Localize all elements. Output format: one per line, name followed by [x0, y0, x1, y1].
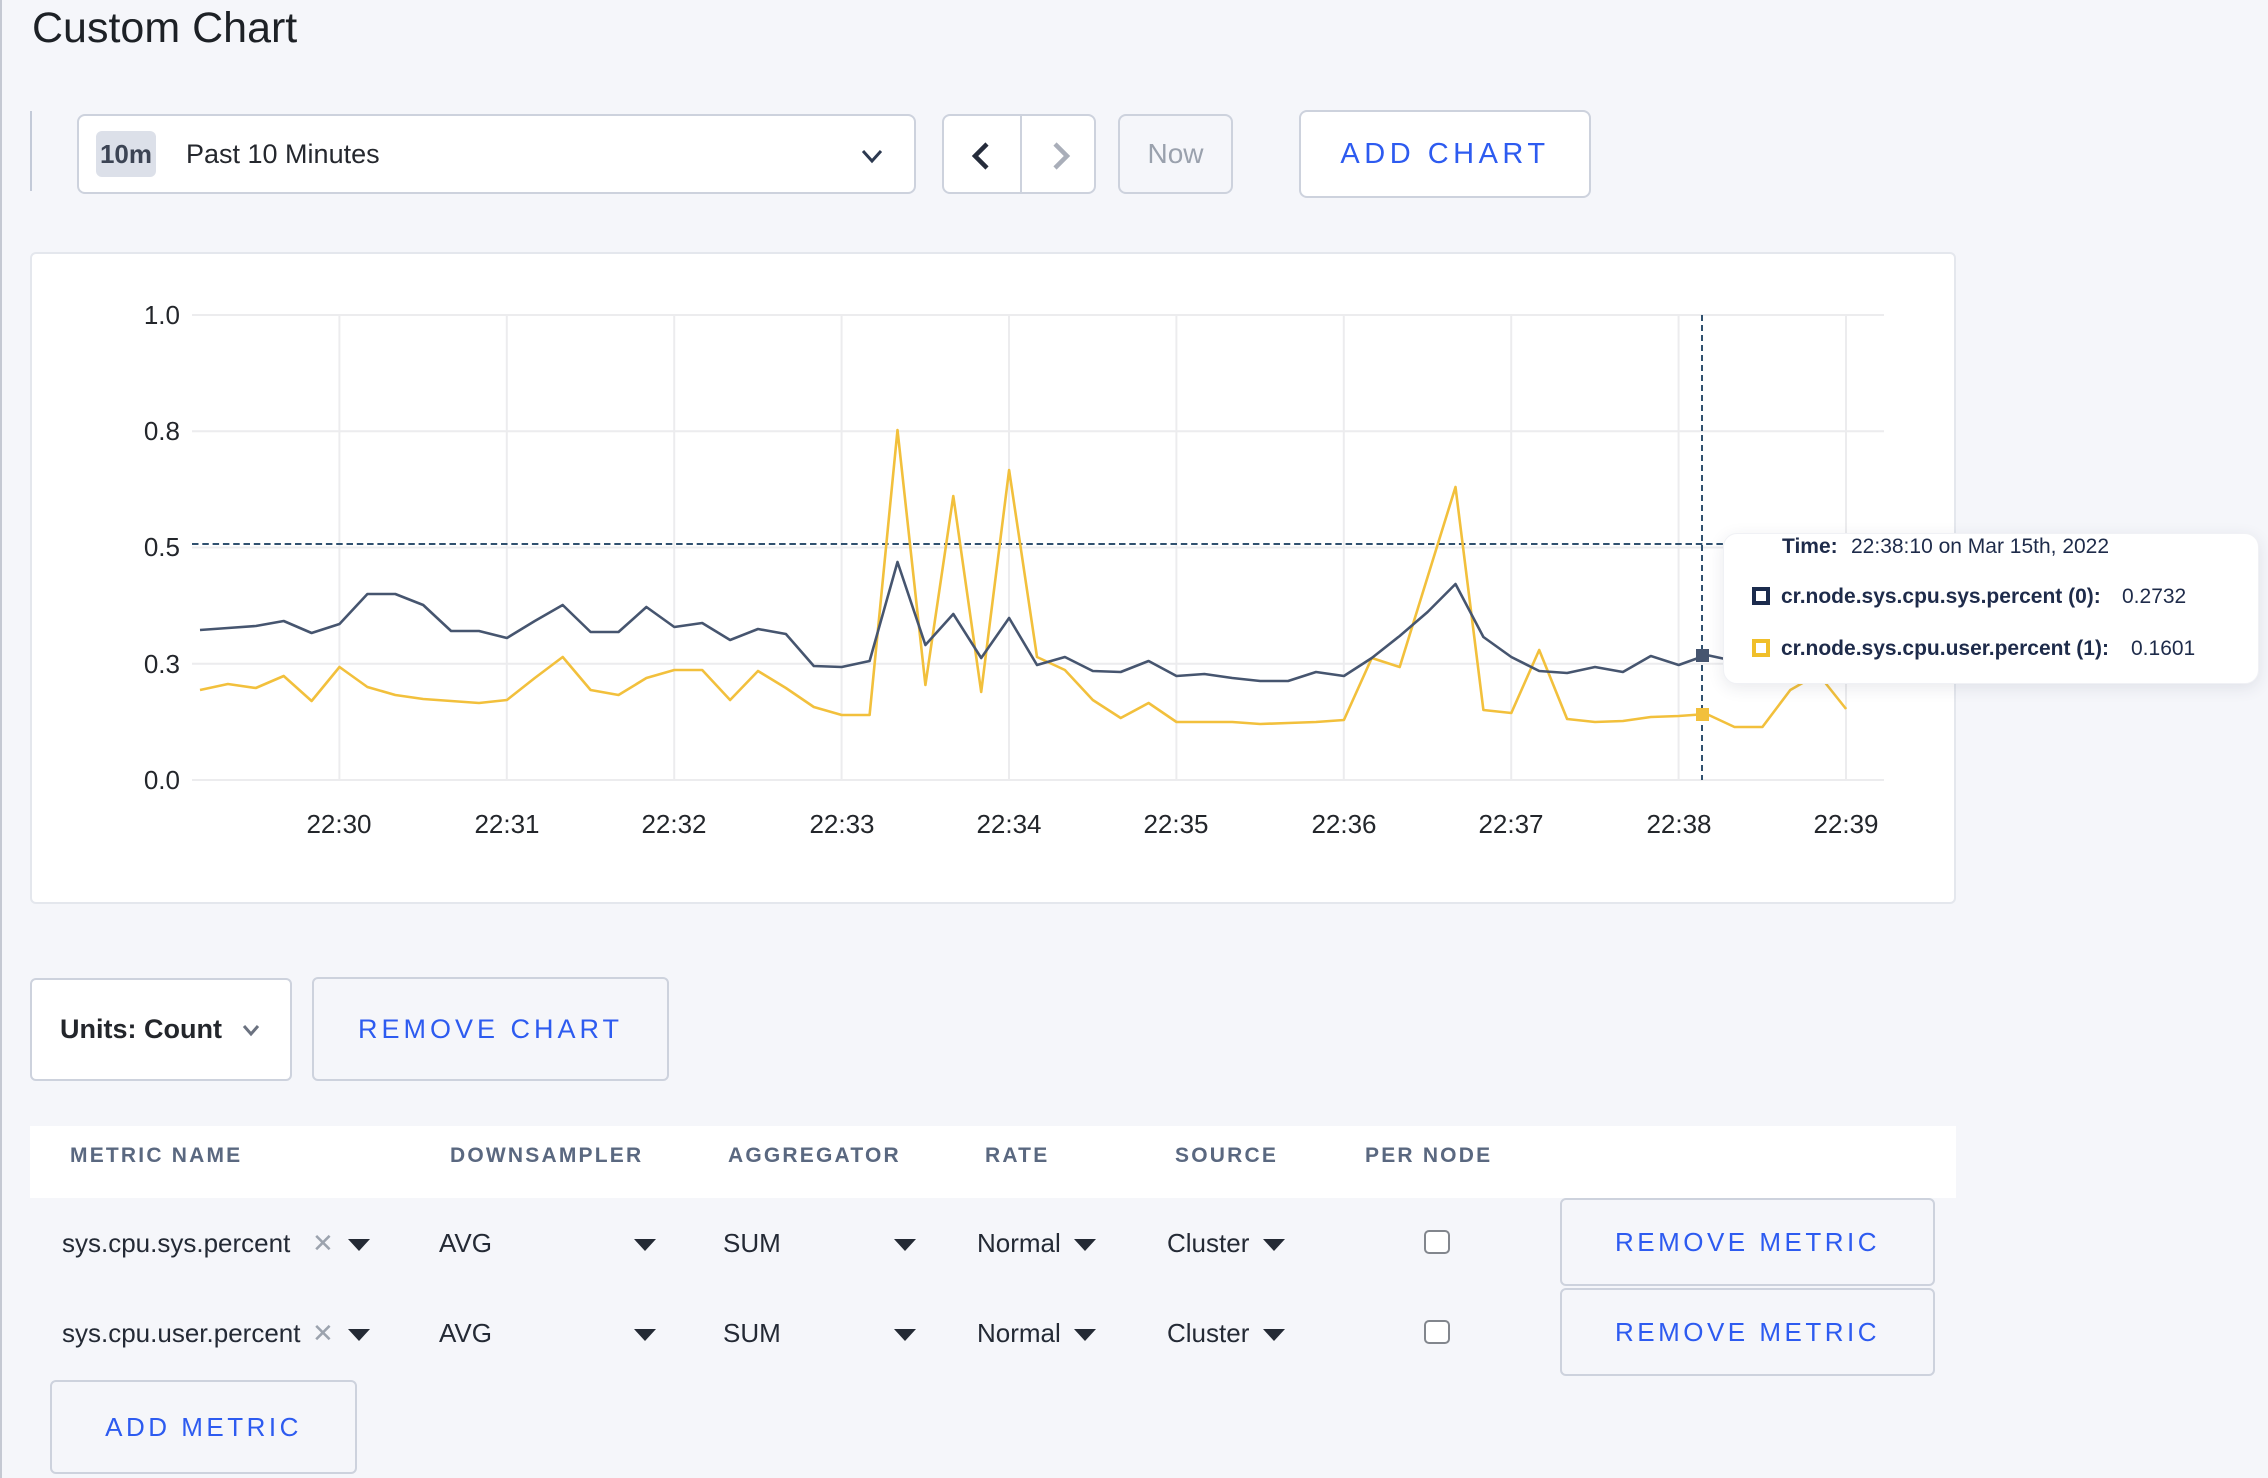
svg-text:22:36: 22:36	[1311, 809, 1376, 839]
svg-text:22:30: 22:30	[306, 809, 371, 839]
svg-text:22:33: 22:33	[809, 809, 874, 839]
svg-text:0.0: 0.0	[144, 765, 180, 795]
svg-text:22:39: 22:39	[1813, 809, 1878, 839]
svg-text:0.8: 0.8	[144, 416, 180, 446]
svg-text:1.0: 1.0	[144, 300, 180, 330]
svg-text:22:34: 22:34	[976, 809, 1041, 839]
svg-text:22:37: 22:37	[1478, 809, 1543, 839]
svg-text:0.5: 0.5	[144, 532, 180, 562]
svg-text:22:35: 22:35	[1143, 809, 1208, 839]
svg-text:22:31: 22:31	[474, 809, 539, 839]
svg-text:22:32: 22:32	[641, 809, 706, 839]
svg-text:22:38: 22:38	[1646, 809, 1711, 839]
svg-text:0.3: 0.3	[144, 649, 180, 679]
